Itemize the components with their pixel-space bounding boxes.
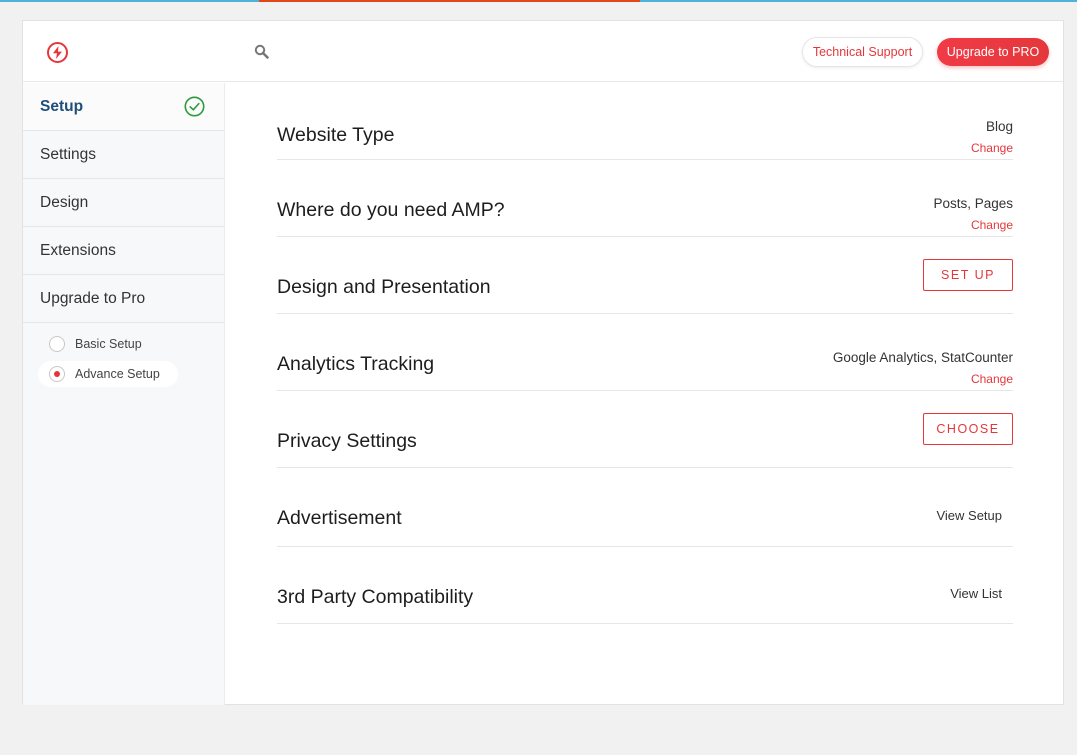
change-link[interactable]: Change	[933, 216, 1013, 234]
setup-panel: Technical Support Upgrade to PRO Setup S…	[22, 20, 1064, 705]
row-title: 3rd Party Compatibility	[277, 586, 474, 608]
setup-content: Website Type Blog Change Where do you ne…	[277, 83, 1013, 624]
setup-mode-list: Basic Setup Advance Setup	[23, 323, 224, 387]
row-title: Privacy Settings	[277, 430, 417, 452]
row-action: SET UP	[923, 259, 1013, 291]
change-link[interactable]: Change	[971, 139, 1013, 157]
setup-row-amp-locations: Where do you need AMP? Posts, Pages Chan…	[277, 160, 1013, 237]
sidebar-item-label: Settings	[40, 146, 97, 163]
row-action: View Setup	[936, 507, 1013, 525]
change-link[interactable]: Change	[833, 370, 1013, 388]
sidebar-item-settings[interactable]: Settings	[23, 131, 224, 179]
option-label: Advance Setup	[75, 367, 160, 381]
row-value: Posts, Pages	[933, 196, 1013, 211]
setup-row-third-party-compatibility: 3rd Party Compatibility View List	[277, 547, 1013, 624]
sidebar-item-upgrade-to-pro[interactable]: Upgrade to Pro	[23, 275, 224, 323]
setup-row-design-presentation: Design and Presentation SET UP	[277, 237, 1013, 314]
technical-support-button[interactable]: Technical Support	[802, 37, 923, 67]
set-up-button[interactable]: SET UP	[923, 259, 1013, 291]
row-value: Blog	[985, 119, 1013, 134]
radio-button[interactable]	[49, 336, 65, 352]
row-status: Google Analytics, StatCounter Change	[833, 349, 1013, 388]
view-setup-link[interactable]: View Setup	[936, 508, 1013, 523]
header: Technical Support Upgrade to PRO	[23, 21, 1063, 82]
lightning-bolt-icon[interactable]	[47, 42, 68, 63]
upgrade-to-pro-button[interactable]: Upgrade to PRO	[937, 38, 1049, 66]
setup-row-advertisement: Advertisement View Setup	[277, 468, 1013, 547]
row-value: Google Analytics, StatCounter	[832, 350, 1013, 365]
top-progress-accent	[259, 0, 640, 2]
search-icon[interactable]	[254, 44, 270, 60]
basic-setup-option[interactable]: Basic Setup	[38, 331, 178, 357]
radio-button[interactable]	[49, 366, 65, 382]
sidebar-item-label: Design	[40, 194, 89, 211]
sidebar-item-setup[interactable]: Setup	[23, 83, 224, 131]
row-title: Website Type	[277, 124, 395, 146]
setup-row-privacy-settings: Privacy Settings CHOOSE	[277, 391, 1013, 468]
sidebar-item-label: Extensions	[40, 242, 116, 259]
advance-setup-option[interactable]: Advance Setup	[38, 361, 178, 387]
sidebar-item-label: Setup	[40, 98, 84, 115]
option-label: Basic Setup	[75, 337, 142, 351]
check-circle-icon	[184, 96, 205, 117]
sidebar-item-extensions[interactable]: Extensions	[23, 227, 224, 275]
sidebar: Setup Settings Design Extensions Upgrade…	[23, 83, 225, 705]
row-status: Blog Change	[971, 118, 1013, 157]
row-title: Advertisement	[277, 507, 402, 529]
setup-row-website-type: Website Type Blog Change	[277, 83, 1013, 160]
row-title: Where do you need AMP?	[277, 199, 505, 221]
row-action: CHOOSE	[923, 413, 1013, 445]
top-progress-bar	[0, 0, 1077, 2]
row-action: View List	[950, 585, 1013, 603]
setup-row-analytics-tracking: Analytics Tracking Google Analytics, Sta…	[277, 314, 1013, 391]
row-status: Posts, Pages Change	[933, 195, 1013, 234]
row-title: Design and Presentation	[277, 276, 491, 298]
view-list-link[interactable]: View List	[950, 586, 1013, 601]
sidebar-item-design[interactable]: Design	[23, 179, 224, 227]
sidebar-item-label: Upgrade to Pro	[40, 290, 146, 307]
row-title: Analytics Tracking	[277, 353, 435, 375]
choose-button[interactable]: CHOOSE	[923, 413, 1013, 445]
